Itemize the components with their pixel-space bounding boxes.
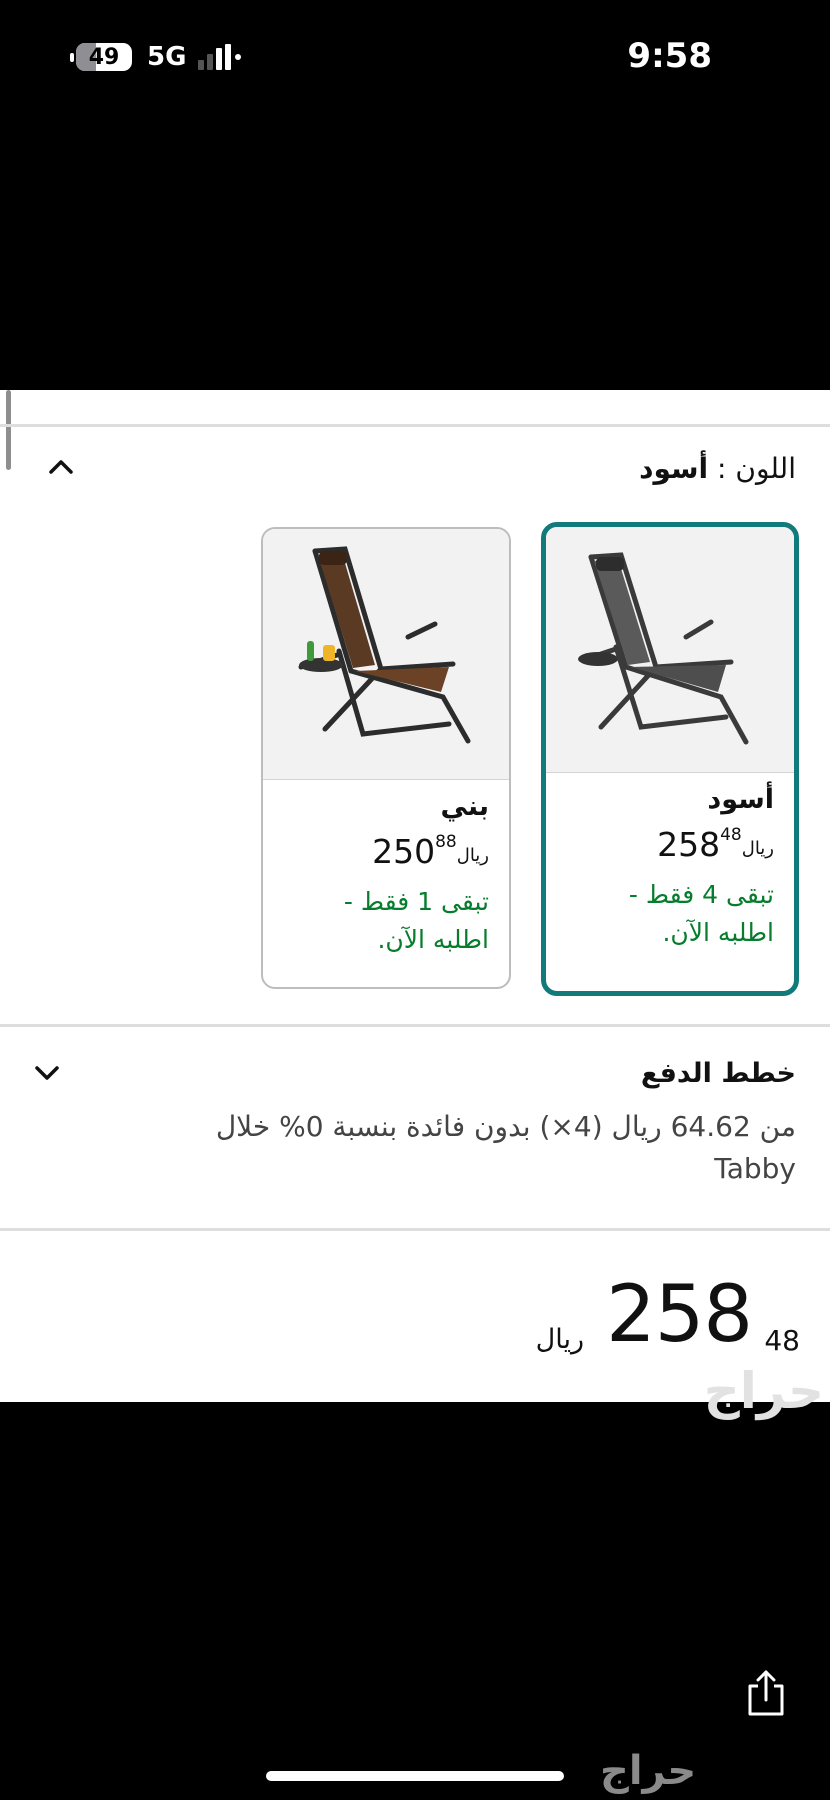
color-option-brown[interactable]: بني ريال 25088 تبقى 1 فقط - اطلبه الآن. <box>261 527 511 989</box>
color-label: اللون : أسود <box>639 452 796 485</box>
product-image-black <box>546 527 794 773</box>
status-bar: 49 5G 9:58 <box>0 0 830 110</box>
payment-plans-title: خطط الدفع <box>640 1058 796 1089</box>
stock-note: تبقى 1 فقط - اطلبه الآن. <box>343 887 489 954</box>
divider <box>0 424 830 427</box>
watermark: حراج <box>703 1362 824 1420</box>
divider <box>0 1228 830 1231</box>
price-whole: 250 <box>372 832 436 871</box>
price-currency: ريال <box>456 845 489 866</box>
share-icon[interactable] <box>744 1668 788 1718</box>
home-indicator[interactable] <box>266 1771 564 1781</box>
product-image-brown <box>263 529 509 780</box>
total-price-fraction: 48 <box>764 1324 800 1357</box>
option-name: أسود <box>707 784 774 815</box>
divider <box>0 1024 830 1027</box>
network-type: 5G <box>147 42 187 72</box>
chevron-down-icon[interactable] <box>34 1060 60 1086</box>
battery-tip <box>70 53 74 62</box>
option-price: ريال 25848 <box>566 825 774 864</box>
color-label-text: اللون : <box>717 452 796 485</box>
status-time: 9:58 <box>627 36 712 76</box>
scrollbar[interactable] <box>6 390 11 470</box>
option-price: ريال 25088 <box>283 832 489 871</box>
watermark-logo: حراج <box>600 1748 697 1794</box>
color-selected-value: أسود <box>639 452 709 485</box>
price-fraction: 88 <box>435 832 457 852</box>
chevron-up-icon[interactable] <box>48 454 74 480</box>
total-price-whole: 258 <box>606 1270 753 1360</box>
total-price-currency: ريال <box>535 1324 584 1355</box>
chair-image <box>578 552 749 745</box>
product-options-panel: اللون : أسود أسود ريال25848 تبقى 4 فقط -… <box>0 390 830 1420</box>
payment-plans-description: من 64.62 ريال (4×) بدون فائدة بنسبة 0% خ… <box>215 1110 796 1185</box>
color-option-black[interactable]: أسود ريال 25848 تبقى 4 فقط - اطلبه الآن. <box>541 522 799 996</box>
price-currency: ريال <box>741 838 774 859</box>
stock-note: تبقى 4 فقط - اطلبه الآن. <box>628 880 774 947</box>
battery-icon: 49 <box>76 43 132 71</box>
battery-level: 49 <box>88 44 120 70</box>
signal-icon <box>198 44 241 70</box>
price-whole: 258 <box>657 825 721 864</box>
price-fraction: 48 <box>720 825 742 845</box>
option-name: بني <box>440 791 489 822</box>
chair-image <box>298 546 471 744</box>
